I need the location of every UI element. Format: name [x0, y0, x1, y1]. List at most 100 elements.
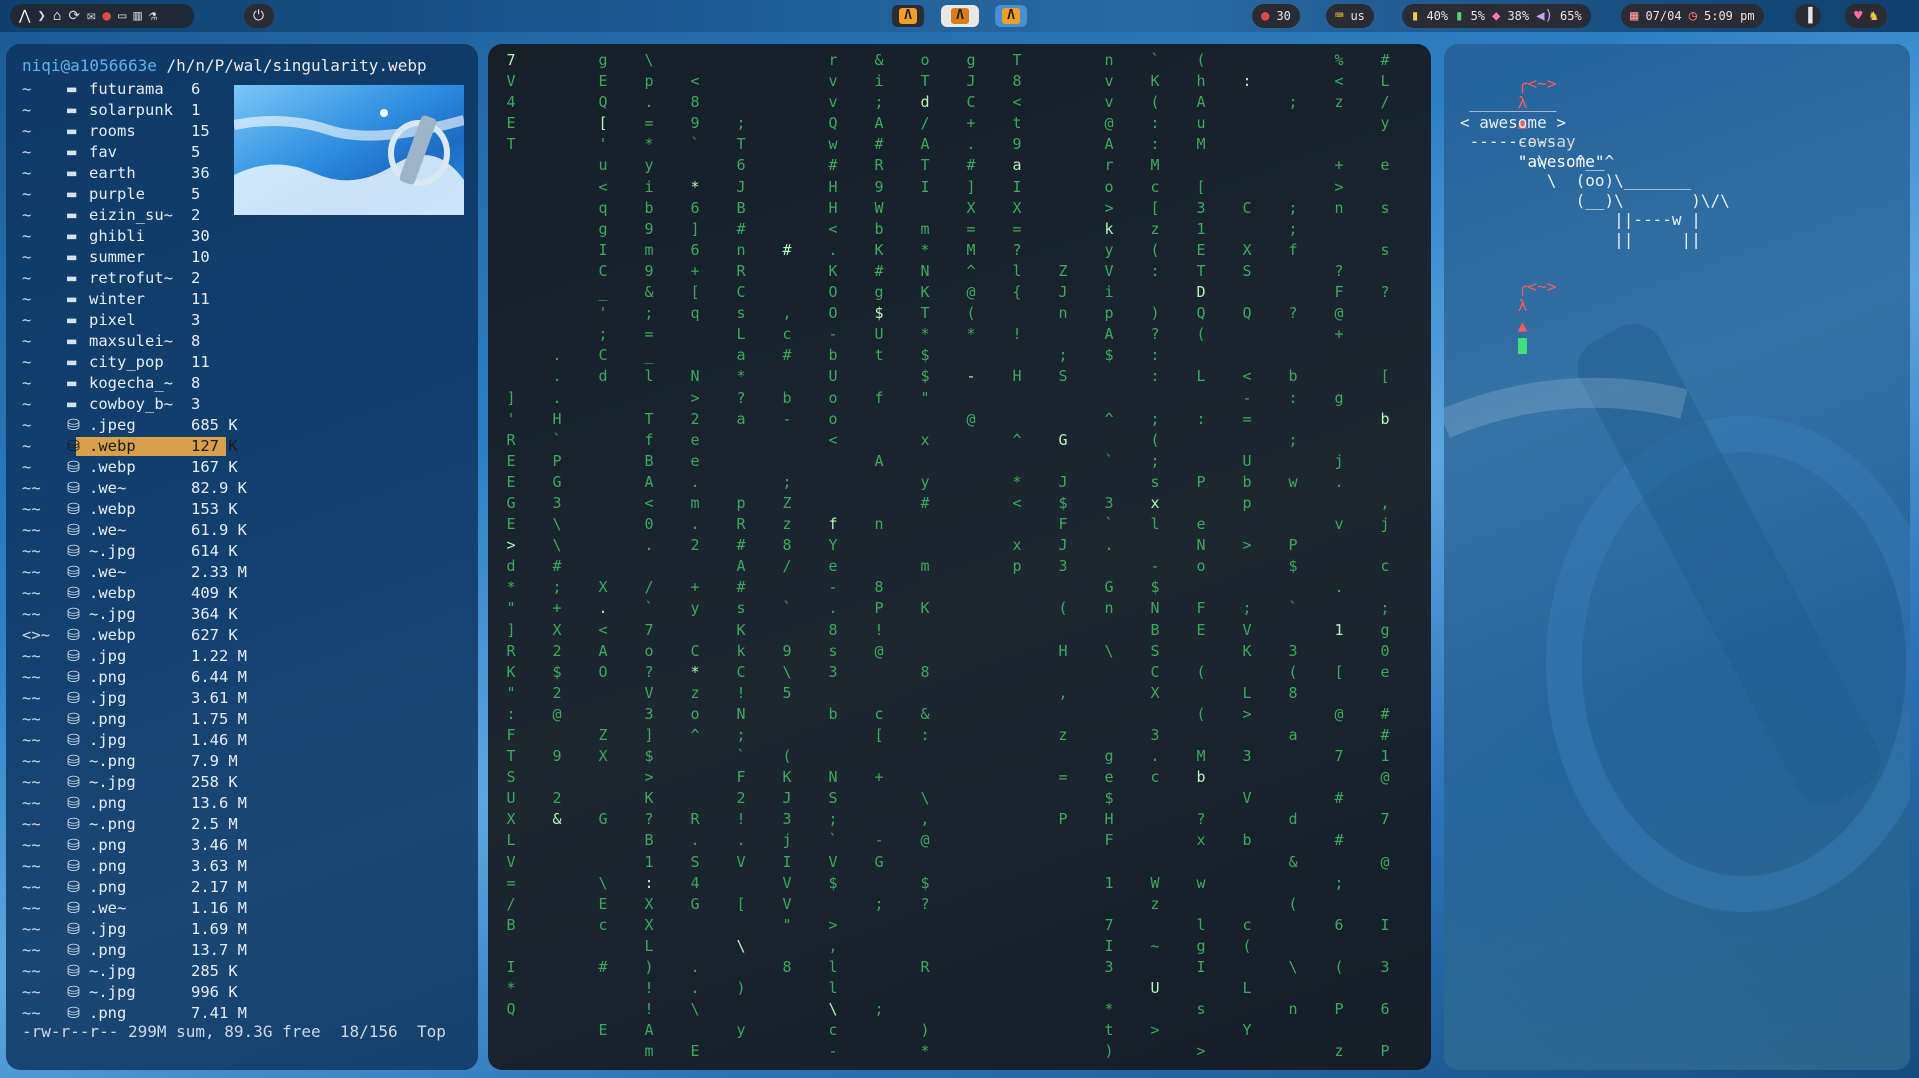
workspace-3[interactable]: Λ: [995, 5, 1027, 27]
directory-row[interactable]: ~ ▬ pixel 3: [22, 310, 232, 331]
row-name: ghibli: [89, 227, 145, 245]
matrix-column: % < z + > n ? F @ + g j. v . 1 [ @ 7 # # ; 6 ( …: [1330, 50, 1348, 1063]
matrix-glyph: P: [1058, 810, 1068, 829]
tray-icon[interactable]: ♞: [1869, 9, 1877, 23]
directory-row[interactable]: ~ ▬ ghibli 30: [22, 226, 232, 247]
file-row[interactable]: ~~ ⛁ .png 3.63 M: [22, 856, 247, 877]
file-row[interactable]: ~~ ⛁ ~.jpg 364 K: [22, 604, 238, 625]
matrix-terminal[interactable]: 7V4ET ] ' R E E G E > d * "] R K ": F T S U X L V = / B I * Q ...…: [488, 44, 1431, 1070]
matrix-glyph: ': [598, 304, 608, 323]
file-row[interactable]: ~~ ⛁ .png 3.46 M: [22, 835, 247, 856]
workspace-1[interactable]: Λ: [892, 5, 924, 27]
file-row[interactable]: ~ ⛁ .jpeg 685 K: [22, 415, 238, 436]
file-row[interactable]: ~~ ⛁ .png 13.7 M: [22, 940, 247, 961]
file-row[interactable]: ~~ ⛁ .we~ 2.33 M: [22, 562, 247, 583]
matrix-glyph: [: [736, 894, 746, 913]
file-row[interactable]: ~~ ⛁ .jpg 3.61 M: [22, 688, 247, 709]
home-icon[interactable]: ⌂: [53, 9, 61, 23]
row-name: .jpg: [89, 689, 127, 707]
directory-row[interactable]: ~ ▬ eizin_su~ 2: [22, 205, 232, 226]
file-row[interactable]: ~~ ⛁ ~.png 2.5 M: [22, 814, 238, 835]
file-row[interactable]: ~~ ⛁ ~.jpg 996 K: [22, 982, 238, 1003]
directory-row[interactable]: ~ ▬ rooms 15: [22, 121, 232, 142]
row-size: 36: [191, 164, 210, 182]
file-list[interactable]: ~ ▬ futurama 6 ~ ▬ solarpunk 1 ~ ▬ rooms 15 ~ ▬ fav 5 ~ ▬…: [22, 79, 247, 1024]
matrix-glyph: [1238, 852, 1256, 873]
matrix-glyph: .: [828, 240, 838, 259]
matrix-glyph: t: [1104, 1021, 1114, 1040]
folder-icon[interactable]: ▭: [118, 9, 126, 23]
file-row[interactable]: ~~ ⛁ .png 7.41 M: [22, 1003, 247, 1024]
directory-row[interactable]: ~ ▬ futurama 6: [22, 79, 232, 100]
directory-row[interactable]: ~ ▬ earth 36: [22, 163, 232, 184]
directory-row[interactable]: ~ ▬ city_pop 11: [22, 352, 232, 373]
sidebar-toggle[interactable]: ▐: [1795, 4, 1822, 28]
file-row[interactable]: ~~ ⛁ .we~ 1.16 M: [22, 898, 247, 919]
file-row[interactable]: ~~ ⛁ .we~ 82.9 K: [22, 478, 247, 499]
matrix-glyph: 5: [782, 683, 792, 702]
directory-row[interactable]: ~ ▬ retrofut~ 2: [22, 268, 232, 289]
file-row[interactable]: ~~ ⛁ ~.jpg 258 K: [22, 772, 238, 793]
flask-icon[interactable]: ⚗: [149, 9, 157, 23]
matrix-glyph: [778, 261, 796, 282]
file-row[interactable]: ~ ⛁ .webp 127 K: [22, 436, 238, 457]
cowsay-terminal[interactable]: ╭<~> λ ▲ cowsay "awesome" _________ < awe…: [1444, 44, 1910, 1070]
matrix-glyph: n: [1334, 198, 1344, 217]
matrix-glyph: ;: [1380, 599, 1390, 618]
library-icon[interactable]: ▥: [133, 9, 141, 23]
file-row[interactable]: <>~ ⛁ .webp 627 K: [22, 625, 238, 646]
matrix-column: r v v Qw # H H <. K O O - b Uo o < fYe-.8s3 b N S; ` V $ >,…: [824, 50, 842, 1063]
row-size: 5: [191, 185, 201, 203]
arch-icon[interactable]: ⋀: [19, 9, 30, 23]
directory-row[interactable]: ~ ▬ maxsulei~ 8: [22, 331, 232, 352]
directory-row[interactable]: ~ ▬ fav 5: [22, 142, 232, 163]
directory-row[interactable]: ~ ▬ cowboy_b~ 3: [22, 394, 232, 415]
file-row[interactable]: ~ ⛁ .webp 167 K: [22, 457, 238, 478]
file-row[interactable]: ~~ ⛁ ~.jpg 285 K: [22, 961, 238, 982]
file-row[interactable]: ~~ ⛁ ~.jpg 614 K: [22, 541, 238, 562]
file-row[interactable]: ~~ ⛁ .png 1.75 M: [22, 709, 247, 730]
file-row[interactable]: ~~ ⛁ .png 13.6 M: [22, 793, 247, 814]
power-icon[interactable]: ⏻: [253, 9, 264, 23]
file-row[interactable]: ~~ ⛁ .webp 409 K: [22, 583, 238, 604]
directory-row[interactable]: ~ ▬ solarpunk 1: [22, 100, 232, 121]
file-row[interactable]: ~~ ⛁ .jpg 1.46 M: [22, 730, 247, 751]
file-row[interactable]: ~~ ⛁ .png 6.44 M: [22, 667, 247, 688]
matrix-glyph: (: [1150, 430, 1160, 449]
terminal-content[interactable]: ╭<~> λ ▲ cowsay "awesome" _________ < awe…: [1460, 54, 1730, 354]
clock-widget[interactable]: ▦ 07/04 ◷ 5:09 pm: [1621, 4, 1764, 28]
matrix-glyph: z: [1150, 219, 1160, 238]
chat-icon[interactable]: ●: [103, 9, 111, 23]
matrix-glyph: [1192, 641, 1210, 662]
keyboard-widget[interactable]: ⌨ us: [1326, 4, 1374, 28]
file-row[interactable]: ~~ ⛁ .webp 153 K: [22, 499, 238, 520]
file-row[interactable]: ~~ ⛁ ~.png 7.9 M: [22, 751, 238, 772]
file-row[interactable]: ~~ ⛁ .jpg 1.69 M: [22, 919, 247, 940]
file-row[interactable]: ~~ ⛁ .jpg 1.22 M: [22, 646, 247, 667]
matrix-glyph: [1330, 598, 1348, 619]
refresh-icon[interactable]: ⟳: [68, 9, 80, 23]
image-file-icon: ⛁: [67, 542, 80, 560]
matrix-glyph: \: [782, 662, 792, 681]
directory-row[interactable]: ~ ▬ purple 5: [22, 184, 232, 205]
matrix-glyph: [1376, 219, 1394, 240]
file-row[interactable]: ~~ ⛁ .we~ 61.9 K: [22, 520, 247, 541]
matrix-glyph: A: [736, 557, 746, 576]
tray[interactable]: ♥ ♞: [1845, 4, 1887, 28]
directory-row[interactable]: ~ ▬ summer 10: [22, 247, 232, 268]
matrix-glyph: L: [1380, 72, 1390, 91]
temperature-widget[interactable]: ● 30: [1252, 4, 1300, 28]
matrix-glyph: ): [920, 1021, 930, 1040]
workspace-2[interactable]: Λ: [941, 5, 979, 27]
image-file-icon: ⛁: [67, 920, 80, 938]
file-row[interactable]: ~~ ⛁ .png 2.17 M: [22, 877, 247, 898]
directory-row[interactable]: ~ ▬ winter 11: [22, 289, 232, 310]
mail-icon[interactable]: ✉: [87, 9, 95, 23]
directory-row[interactable]: ~ ▬ kogecha_~ 8: [22, 373, 232, 394]
heart-icon[interactable]: ♥: [1854, 9, 1862, 23]
row-permission: ~~: [22, 899, 41, 917]
matrix-glyph: V: [506, 72, 516, 91]
system-stats[interactable]: ▮ 40% ▮ 5% ◆ 38% ◀) 65%: [1402, 4, 1591, 28]
matrix-glyph: `: [1104, 515, 1114, 534]
file-manager-window[interactable]: niqi@a1056663e /h/n/P/wal/singularity.we…: [6, 44, 478, 1070]
